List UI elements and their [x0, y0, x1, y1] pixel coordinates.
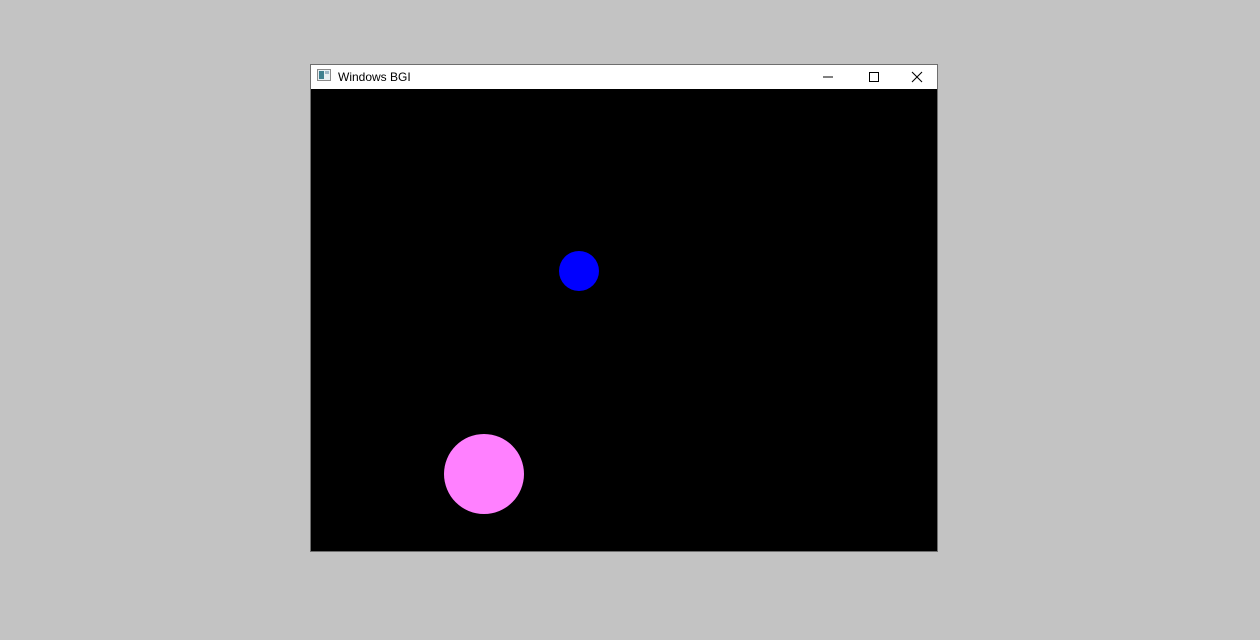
desktop: Windows BGI [0, 0, 1260, 640]
bgi-window: Windows BGI [310, 64, 938, 552]
close-icon [911, 71, 923, 83]
minimize-icon [823, 76, 833, 78]
pink-circle [444, 434, 524, 514]
minimize-button[interactable] [805, 65, 851, 89]
close-button[interactable] [897, 65, 937, 89]
blue-circle [559, 251, 599, 291]
maximize-button[interactable] [851, 65, 897, 89]
graphics-canvas[interactable] [311, 89, 937, 551]
window-title: Windows BGI [338, 70, 411, 84]
maximize-icon [869, 72, 879, 82]
title-bar[interactable]: Windows BGI [311, 65, 937, 89]
app-window-icon[interactable] [317, 69, 331, 81]
